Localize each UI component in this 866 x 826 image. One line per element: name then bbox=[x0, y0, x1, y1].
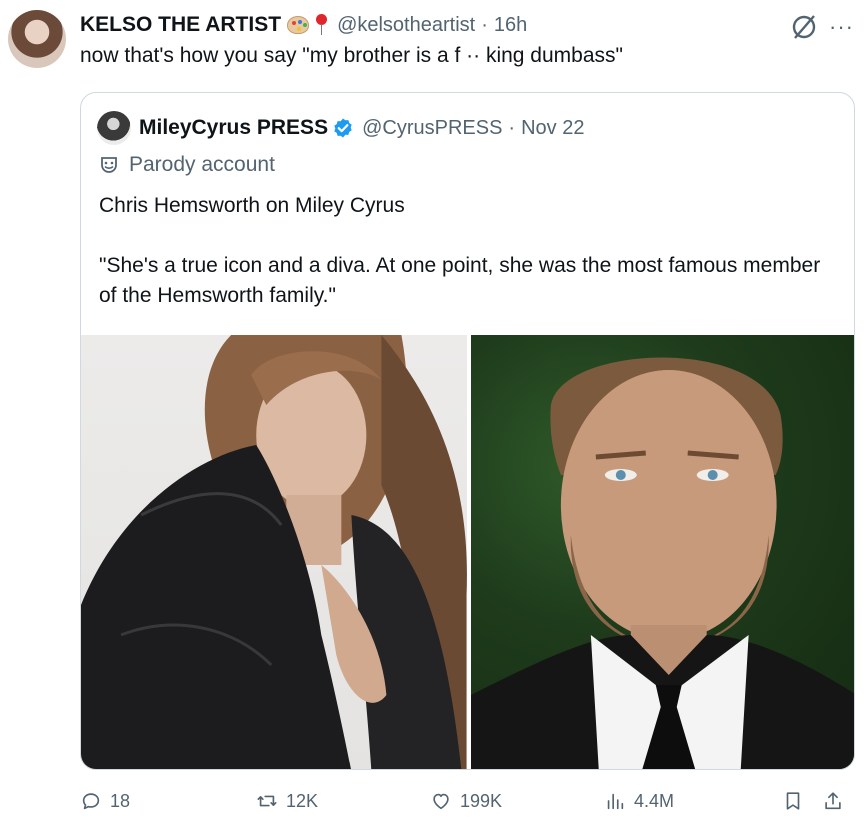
bookmark-button[interactable] bbox=[782, 786, 804, 816]
tweet-text: now that's how you say "my brother is a … bbox=[80, 44, 623, 67]
quoted-tweet-header: MileyCyrus PRESS @CyrusPRESS · Nov 22 bbox=[97, 111, 584, 145]
author-name[interactable]: KELSO THE ARTIST bbox=[80, 13, 281, 37]
quoted-tweet-text: Chris Hemsworth on Miley Cyrus "She's a … bbox=[99, 194, 821, 307]
quoted-author-handle[interactable]: @CyrusPRESS bbox=[362, 117, 502, 140]
quoted-media bbox=[81, 335, 854, 769]
more-icon[interactable]: ··· bbox=[829, 16, 854, 38]
chris-hemsworth-photo[interactable] bbox=[470, 335, 854, 769]
like-count: 199K bbox=[460, 790, 503, 811]
tweet-header: KELSO THE ARTIST @kelsotheartist · 16h bbox=[80, 12, 527, 38]
tweet-time[interactable]: 16h bbox=[494, 14, 527, 37]
repost-icon bbox=[257, 795, 277, 807]
quoted-separator: · bbox=[508, 116, 516, 139]
author-handle[interactable]: @kelsotheartist bbox=[337, 14, 475, 37]
quoted-author-name[interactable]: MileyCyrus PRESS bbox=[139, 116, 328, 140]
repost-count: 12K bbox=[286, 790, 319, 811]
tweet: KELSO THE ARTIST @kelsotheartist · 16h ·… bbox=[0, 0, 866, 826]
views-count: 4.4M bbox=[634, 790, 675, 811]
pin-emoji bbox=[315, 14, 328, 36]
verified-icon bbox=[334, 118, 352, 138]
miley-cyrus-photo[interactable] bbox=[81, 335, 467, 769]
grok-icon[interactable] bbox=[789, 12, 819, 42]
tweet-top-icons: ··· bbox=[789, 12, 854, 42]
like-button[interactable]: 199K bbox=[430, 786, 502, 816]
bookmark-icon bbox=[786, 792, 800, 810]
palette-emoji bbox=[287, 16, 310, 34]
reply-count: 18 bbox=[110, 790, 131, 811]
reply-button[interactable]: 18 bbox=[80, 786, 130, 816]
share-button[interactable] bbox=[822, 786, 844, 816]
share-icon bbox=[825, 792, 841, 810]
reply-icon bbox=[82, 793, 100, 810]
views-icon bbox=[607, 793, 624, 810]
quoted-time[interactable]: Nov 22 bbox=[521, 117, 584, 140]
repost-button[interactable]: 12K bbox=[256, 786, 318, 816]
quoted-author-avatar[interactable] bbox=[97, 111, 131, 145]
quoted-tweet[interactable]: MileyCyrus PRESS @CyrusPRESS · Nov 22 Pa… bbox=[80, 92, 855, 770]
views-button[interactable]: 4.4M bbox=[604, 786, 674, 816]
author-avatar[interactable] bbox=[8, 10, 66, 68]
like-icon bbox=[433, 793, 449, 810]
parody-label: Parody account bbox=[99, 153, 275, 177]
separator: · bbox=[481, 13, 488, 36]
parody-mask-icon bbox=[101, 157, 117, 173]
tweet-actions: 18 12K 199K 4.4M bbox=[80, 786, 855, 816]
parody-label-text: Parody account bbox=[129, 153, 275, 176]
